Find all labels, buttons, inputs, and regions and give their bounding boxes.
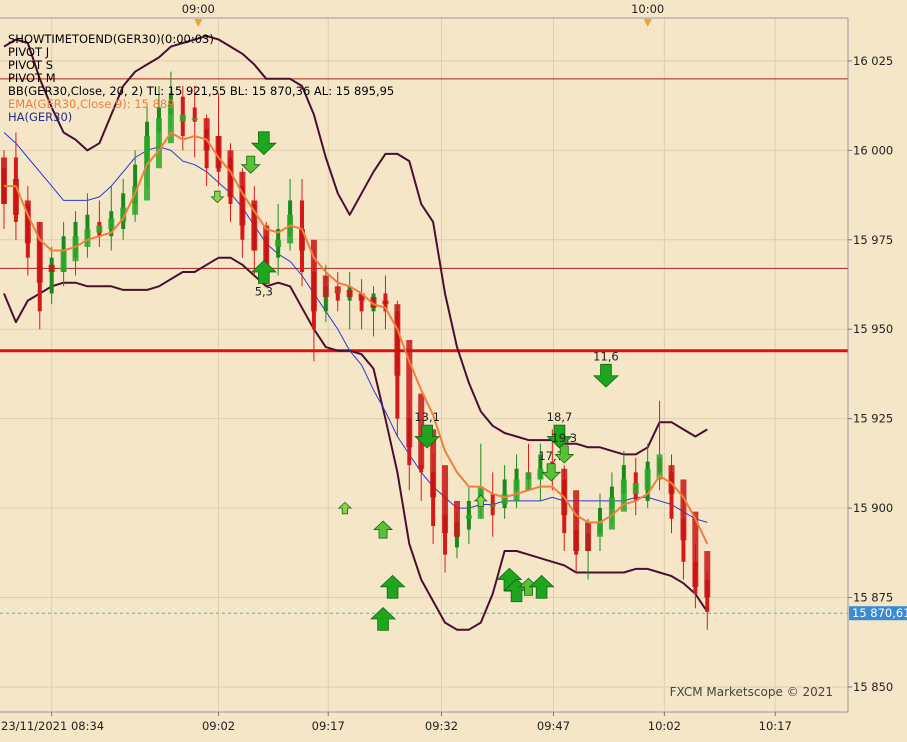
ha-candle <box>203 118 210 151</box>
x-tick-label: 23/11/2021 08:34 <box>1 719 104 733</box>
ha-candle <box>275 239 282 247</box>
ha-candle <box>36 221 43 283</box>
ha-candle <box>155 118 162 169</box>
y-tick-label: 15 850 <box>853 680 893 694</box>
ha-candle <box>680 479 687 541</box>
legend-entry: SHOWTIMETOEND(GER30)(0:00:03) <box>8 32 214 46</box>
y-tick-label: 15 900 <box>853 501 893 515</box>
y-tick-label: 16 025 <box>853 54 893 68</box>
ha-candle <box>489 504 496 507</box>
session-time-label: 09:00 <box>182 2 215 16</box>
chart-svg[interactable]: 5,313,117,718,719,311,6 15 85015 87515 9… <box>0 0 907 738</box>
ha-candle <box>191 118 198 121</box>
ha-candle <box>334 286 341 294</box>
ha-candle <box>179 114 186 122</box>
legend-entry: BB(GER30,Close, 20, 2) TL: 15 921,55 BL:… <box>8 84 394 98</box>
signal-value-label: 5,3 <box>255 284 273 298</box>
signal-value-label: 11,6 <box>593 349 619 363</box>
session-time-label: 10:00 <box>631 2 664 16</box>
ha-candle <box>108 218 115 230</box>
ha-candle <box>24 200 31 244</box>
candle-body <box>335 293 340 301</box>
ha-candle <box>453 500 460 537</box>
ha-candle <box>632 483 639 494</box>
ha-candle <box>239 171 246 226</box>
ha-candle <box>513 479 520 501</box>
ha-candle <box>12 178 19 215</box>
x-tick-label: 09:47 <box>537 719 570 733</box>
price-axis-panel <box>848 0 907 738</box>
x-tick-label: 09:17 <box>312 719 345 733</box>
ha-candle <box>525 472 532 491</box>
ha-candle <box>60 250 67 272</box>
chart-window: 5,3 13,1 17,7 18,7 19,3 11,6 15 850 15 875 15 9… <box>0 0 907 738</box>
ha-candle <box>573 490 580 552</box>
y-tick-label: 15 975 <box>853 233 893 247</box>
ha-candle <box>394 304 401 376</box>
ha-candle <box>263 225 270 265</box>
legend-entry: EMA(GER30,Close,9): 15 889 <box>8 97 175 111</box>
ha-candle <box>465 515 472 519</box>
ha-candle <box>668 465 675 494</box>
ha-candle <box>561 468 568 516</box>
ha-candle <box>442 465 449 534</box>
y-tick-label: 15 925 <box>853 412 893 426</box>
legend-entry: PIVOT S <box>8 58 53 72</box>
ha-candle <box>48 264 55 272</box>
x-tick-label: 09:32 <box>425 719 458 733</box>
ha-candle <box>322 275 329 298</box>
ha-candle <box>96 225 103 233</box>
legend-entry: PIVOT M <box>8 71 56 85</box>
ha-candle <box>501 493 508 505</box>
signal-value-label: 18,7 <box>547 410 573 424</box>
ha-candle <box>704 551 711 598</box>
ha-candle <box>72 236 79 262</box>
x-tick-label: 09:02 <box>202 719 235 733</box>
y-tick-label: 15 875 <box>853 591 893 605</box>
y-tick-label: 16 000 <box>853 143 893 157</box>
y-tick-label: 15 950 <box>853 322 893 336</box>
signal-value-label: 13,1 <box>414 410 440 424</box>
ha-candle <box>215 136 222 169</box>
ha-candle <box>585 522 592 552</box>
candle-body <box>49 257 54 294</box>
ha-candle <box>287 214 294 244</box>
ha-candle <box>382 300 389 305</box>
legend-entry: HA(GER30) <box>8 110 72 124</box>
ha-candle <box>597 522 603 537</box>
x-tick-label: 10:17 <box>759 719 792 733</box>
ha-candle <box>1 157 7 205</box>
ha-candle <box>346 289 353 298</box>
x-tick-label: 10:02 <box>648 719 681 733</box>
current-price-label: 15 870,61 <box>852 606 907 620</box>
ha-candle <box>644 468 651 491</box>
watermark: FXCM Marketscope © 2021 <box>670 685 833 699</box>
ha-candle <box>537 468 544 480</box>
signal-value-label: 19,3 <box>551 431 577 445</box>
ha-candle <box>84 229 91 247</box>
legend-entry: PIVOT J <box>8 45 49 59</box>
